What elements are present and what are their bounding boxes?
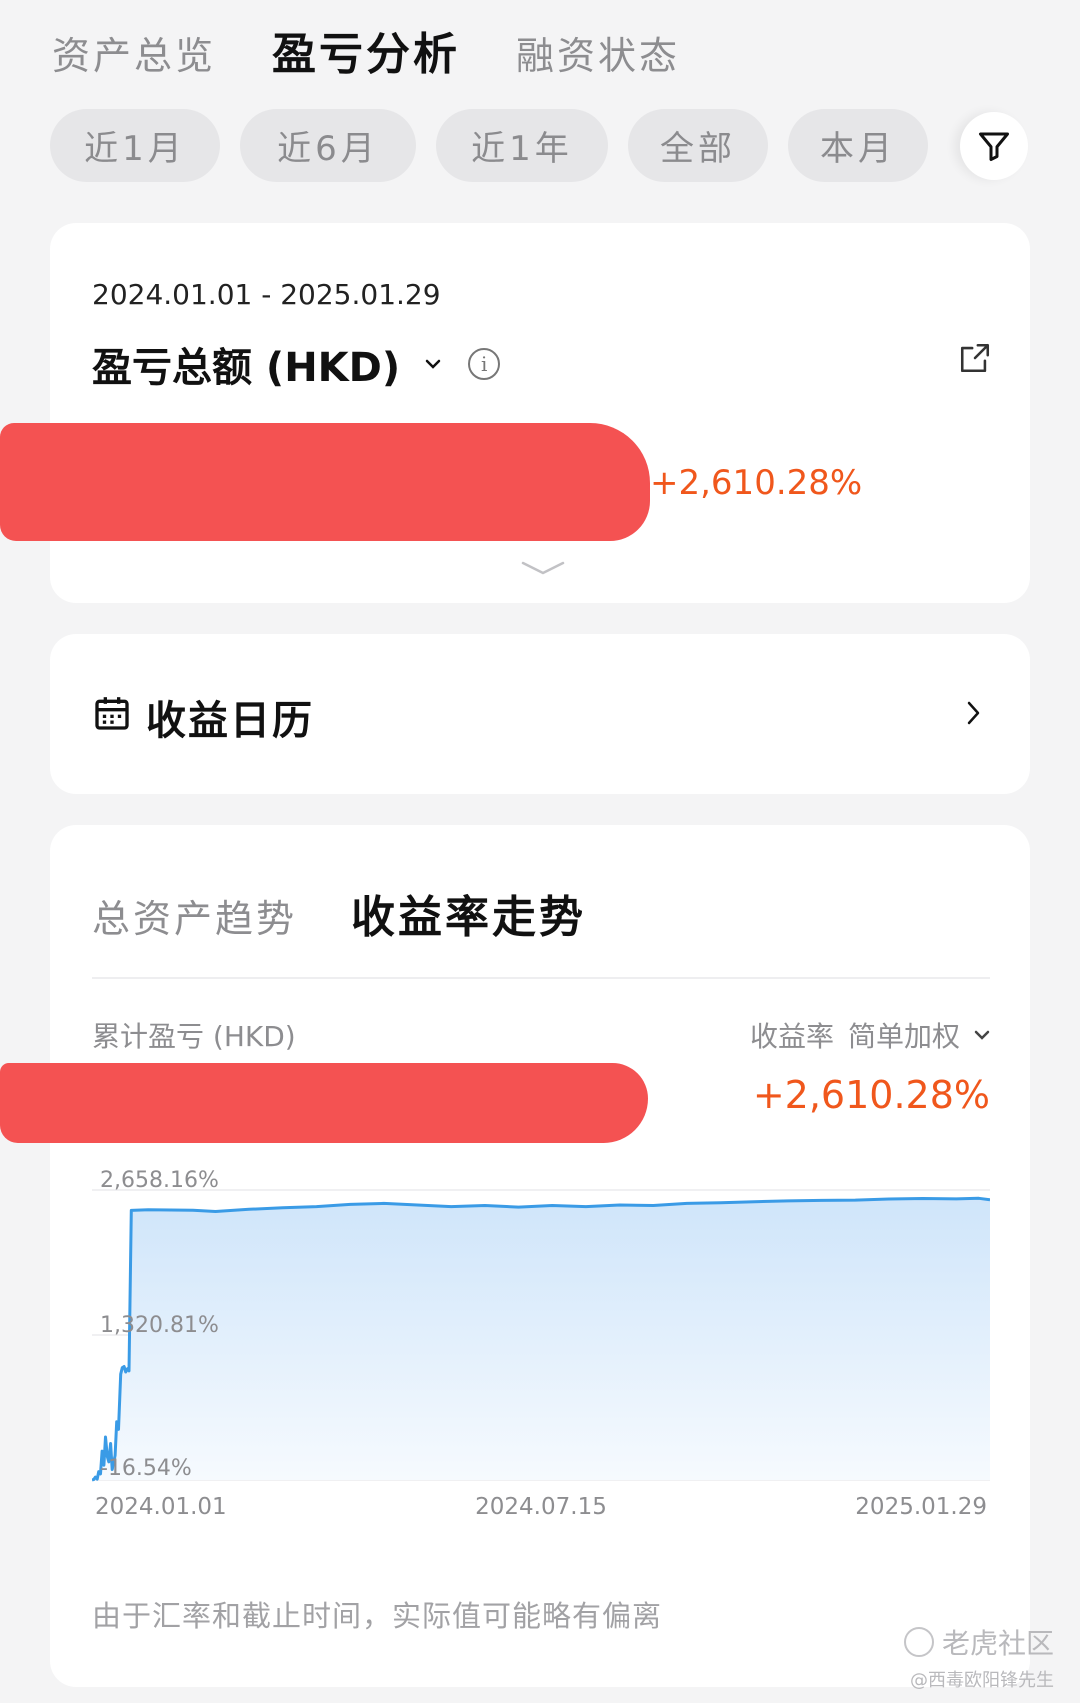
pl-summary-card: 2024.01.01 - 2025.01.29 盈亏总额 (HKD) i +2,… [0,223,1030,603]
trend-card: 总资产趋势 收益率走势 累计盈亏 (HKD) 收益率 简单加权 +2,610.2… [0,825,1030,1687]
period-chips: 近1月 近6月 近1年 全部 本月 [50,109,948,182]
tab-financing-status[interactable]: 融资状态 [516,25,680,80]
series-area [92,1198,990,1480]
weighting-label: 简单加权 [847,1020,960,1053]
chip-6-months[interactable]: 近6月 [240,109,416,182]
top-tabs: 资产总览 盈亏分析 融资状态 [52,18,736,82]
tab-total-asset-trend[interactable]: 总资产趋势 [92,888,297,943]
chip-all[interactable]: 全部 [628,109,768,182]
date-range: 2024.01.01 - 2025.01.29 [92,278,441,311]
return-rate-chart[interactable]: 2,658.16% 1,320.81% -16.54% 2024.01.01 2… [92,1160,990,1560]
watermark-brand-text: 老虎社区 [941,1627,1054,1660]
chip-this-month[interactable]: 本月 [788,109,928,182]
pl-total-title[interactable]: 盈亏总额 (HKD) [92,335,400,393]
tab-pl-analysis[interactable]: 盈亏分析 [272,18,460,82]
trend-tabs: 总资产趋势 收益率走势 [92,881,640,945]
tiger-logo-icon [903,1627,934,1657]
divider [92,977,990,979]
x-tick-label: 2024.01.01 [95,1494,227,1520]
x-tick-label: 2024.07.15 [475,1494,607,1520]
y-tick-label: 2,658.16% [100,1168,219,1193]
cumulative-pl-label: 累计盈亏 (HKD) [92,1020,296,1053]
filter-icon [979,132,1009,161]
share-icon[interactable] [958,341,992,375]
tab-asset-overview[interactable]: 资产总览 [52,25,216,80]
calendar-icon [95,697,129,730]
watermark-brand: 老虎社区 [903,1622,1054,1662]
x-tick-label: 2025.01.29 [855,1494,987,1520]
metric-selector[interactable]: 收益率 简单加权 [750,1015,990,1055]
chevron-right-icon [967,701,980,725]
calendar-title: 收益日历 [146,698,314,744]
redaction-mark [0,1063,648,1143]
tab-return-rate-trend[interactable]: 收益率走势 [351,881,586,945]
filter-button[interactable] [960,112,1028,180]
y-tick-label: 1,320.81% [100,1313,219,1338]
metric-label: 收益率 [749,1020,834,1053]
return-pct: +2,610.28% [650,463,863,503]
trend-return-pct: +2,610.28% [752,1073,990,1117]
chevron-down-icon[interactable] [424,358,442,370]
info-icon[interactable]: i [468,348,501,380]
chevron-down-icon [974,1030,990,1040]
chip-1-month[interactable]: 近1月 [50,109,220,182]
y-tick-label: -16.54% [100,1456,192,1481]
watermark: 老虎社区 @西毒欧阳锋先生 [903,1622,1054,1692]
expand-chevron-icon[interactable] [520,560,566,576]
income-calendar-card[interactable]: 收益日历 [50,634,1030,794]
pl-title-row: 盈亏总额 (HKD) i [92,335,501,393]
watermark-user: @西毒欧阳锋先生 [910,1670,1054,1691]
chip-1-year[interactable]: 近1年 [436,109,608,182]
footnote: 由于汇率和截止时间，实际值可能略有偏离 [92,1599,663,1633]
redaction-mark [0,423,650,541]
